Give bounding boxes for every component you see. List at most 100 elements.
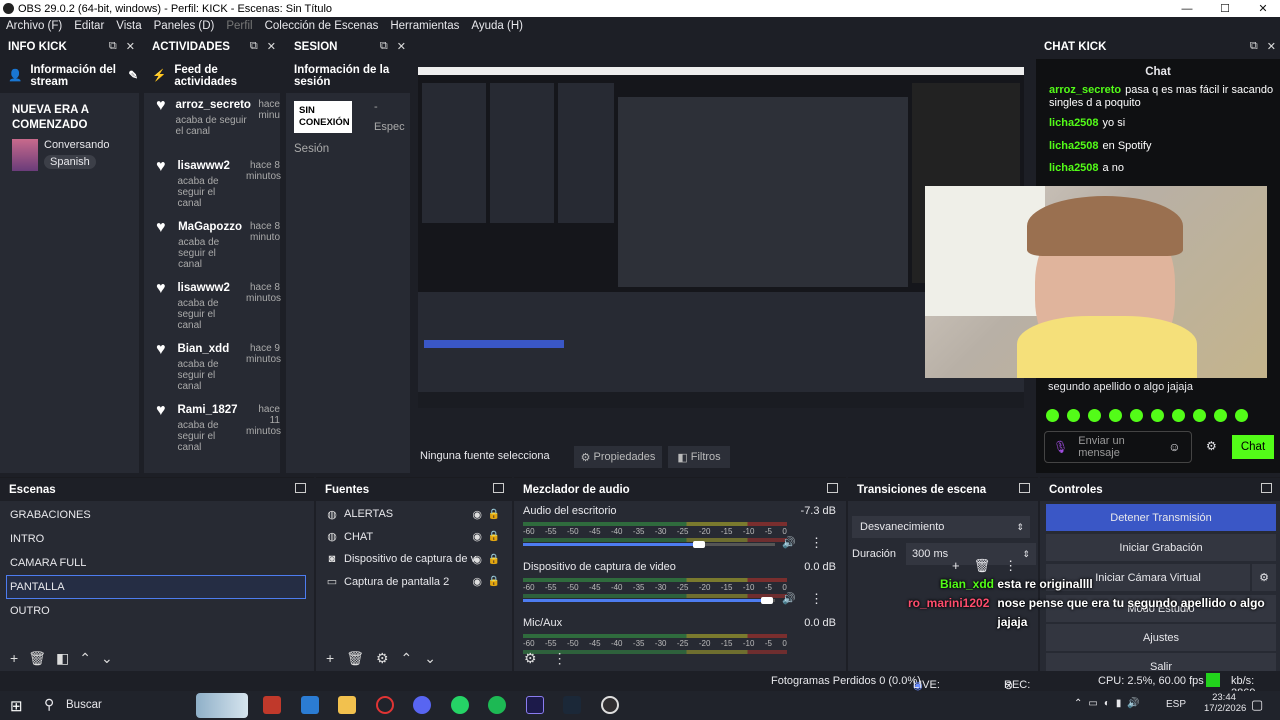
tray-icons[interactable]: ⌃▭◐▮🔊 <box>1074 698 1146 709</box>
obs-taskbar-icon[interactable] <box>601 696 619 714</box>
popout-icon[interactable] <box>295 483 306 493</box>
arrow-up-icon[interactable]: ⌃ <box>401 650 413 667</box>
eye-icon[interactable]: ◉ <box>472 575 482 588</box>
trash-icon[interactable]: 🗑 <box>346 650 364 667</box>
smiley-icon[interactable]: ☺ <box>1168 440 1180 454</box>
add-icon[interactable]: + <box>326 650 334 667</box>
float-icon[interactable]: ⧉ <box>250 40 258 53</box>
close-dock-icon[interactable]: ✕ <box>126 40 135 53</box>
folder-icon[interactable] <box>338 696 356 714</box>
arrow-down-icon[interactable]: ⌄ <box>424 650 436 667</box>
search-icon[interactable]: ⚲ <box>44 696 54 713</box>
taskbar-search[interactable]: Buscar <box>66 699 102 711</box>
spotify-icon[interactable] <box>488 696 506 714</box>
properties-button[interactable]: ⚙ Propiedades <box>574 446 662 468</box>
emote-icon[interactable] <box>1088 409 1101 422</box>
emote-icon[interactable] <box>1235 409 1248 422</box>
source-item[interactable]: ▭ Captura de pantalla 2 ◉ 🔒 <box>316 571 512 594</box>
menu-ayuda[interactable]: Ayuda (H) <box>465 20 529 32</box>
whatsapp-icon[interactable] <box>451 696 469 714</box>
scene-item[interactable]: GRABACIONES <box>0 503 314 527</box>
menu-editar[interactable]: Editar <box>68 20 110 32</box>
edit-icon[interactable]: ✎ <box>128 70 138 82</box>
voicemeeter-icon[interactable] <box>263 696 281 714</box>
stop-streaming-button[interactable]: Detener Transmisión <box>1046 504 1276 531</box>
chat-send-button[interactable]: Chat <box>1232 435 1274 459</box>
scene-item-selected[interactable]: PANTALLA <box>6 575 306 599</box>
menu-archivo[interactable]: Archivo (F) <box>0 20 68 32</box>
lock-icon[interactable]: 🔒 <box>488 509 500 520</box>
notification-icon[interactable]: ▢ <box>1251 697 1263 713</box>
emote-icon[interactable] <box>1130 409 1143 422</box>
speaker-icon[interactable]: 🔊 <box>782 592 796 605</box>
steam-icon[interactable] <box>563 696 581 714</box>
opera-icon[interactable] <box>376 696 394 714</box>
add-icon[interactable]: + <box>10 650 18 667</box>
trash-icon[interactable]: 🗑 <box>28 650 46 667</box>
close-button[interactable]: ✕ <box>1240 0 1280 17</box>
emote-icon[interactable] <box>1151 409 1164 422</box>
float-icon[interactable]: ⧉ <box>380 40 388 53</box>
popout-icon[interactable] <box>1019 483 1030 493</box>
eye-icon[interactable]: ◉ <box>472 553 482 566</box>
menu-vista[interactable]: Vista <box>110 20 147 32</box>
filter-icon[interactable]: ◧ <box>56 650 69 667</box>
windows-start-icon[interactable]: ⊞ <box>10 697 23 715</box>
emote-icon[interactable] <box>1193 409 1206 422</box>
lock-icon[interactable]: 🔒 <box>488 576 500 587</box>
volume-slider-track[interactable] <box>699 543 775 546</box>
add-icon[interactable]: + <box>952 558 960 574</box>
menu-coleccion[interactable]: Colección de Escenas <box>259 20 385 32</box>
eye-icon[interactable]: ◉ <box>472 530 482 543</box>
more-icon[interactable]: ⋮ <box>553 650 567 667</box>
gear-icon[interactable]: ⚙ <box>376 650 389 667</box>
eye-icon[interactable]: ◉ <box>472 508 482 521</box>
volume-knob[interactable] <box>693 541 705 548</box>
menu-herramientas[interactable]: Herramientas <box>384 20 465 32</box>
widget-icon[interactable] <box>196 693 248 718</box>
more-icon[interactable]: ⋮ <box>1004 558 1017 574</box>
settings-gear-icon[interactable]: ⚙ <box>1206 439 1217 453</box>
source-item[interactable]: ◙ Dispositivo de captura de v ◉ 🔒 <box>316 548 512 571</box>
emote-icon[interactable] <box>1172 409 1185 422</box>
gear-icon[interactable]: ⚙ <box>524 650 537 667</box>
transition-select[interactable]: Desvanecimiento ⇕ <box>852 516 1030 538</box>
language-indicator[interactable]: ESP <box>1166 699 1186 710</box>
scene-item[interactable]: CAMARA FULL <box>0 551 314 575</box>
microphone-icon[interactable]: 🎙 <box>1053 440 1068 454</box>
premiere-icon[interactable] <box>526 696 544 714</box>
chat-input[interactable]: 🎙 Enviar un mensaje ☺ <box>1044 431 1192 463</box>
scene-item[interactable]: OUTRO <box>0 599 314 623</box>
volume-slider[interactable] <box>523 599 767 602</box>
close-dock-icon[interactable]: ✕ <box>267 40 276 53</box>
volume-slider[interactable] <box>523 543 699 546</box>
arrow-up-icon[interactable]: ⌃ <box>79 650 91 667</box>
menu-perfil[interactable]: Perfil <box>220 20 258 32</box>
more-icon[interactable]: ⋮ <box>810 591 823 607</box>
trash-icon[interactable]: 🗑 <box>974 558 991 574</box>
emote-icon[interactable] <box>1214 409 1227 422</box>
source-item[interactable]: ◍ CHAT ◉ 🔒 <box>316 526 512 549</box>
start-recording-button[interactable]: Iniciar Grabación <box>1046 534 1276 561</box>
menu-paneles[interactable]: Paneles (D) <box>148 20 221 32</box>
source-item[interactable]: ◍ ALERTAS ◉ 🔒 <box>316 503 512 526</box>
discord-icon[interactable] <box>413 696 431 714</box>
arrow-down-icon[interactable]: ⌄ <box>101 650 113 667</box>
float-icon[interactable]: ⧉ <box>109 40 117 53</box>
speaker-icon[interactable]: 🔊 <box>782 536 796 549</box>
close-dock-icon[interactable]: ✕ <box>1267 40 1276 53</box>
emote-icon[interactable] <box>1109 409 1122 422</box>
volume-knob[interactable] <box>761 597 773 604</box>
scene-item[interactable]: INTRO <box>0 527 314 551</box>
filters-button[interactable]: ◧ Filtros <box>668 446 730 468</box>
emote-icon[interactable] <box>1046 409 1059 422</box>
emote-icon[interactable] <box>1067 409 1080 422</box>
float-icon[interactable]: ⧉ <box>1250 40 1258 53</box>
photos-icon[interactable] <box>301 696 319 714</box>
popout-icon[interactable] <box>827 483 838 493</box>
more-icon[interactable]: ⋮ <box>810 535 823 551</box>
close-dock-icon[interactable]: ✕ <box>397 40 406 53</box>
clock[interactable]: 23:44 17/2/2026 <box>1204 692 1246 714</box>
popout-icon[interactable] <box>493 483 504 493</box>
lock-icon[interactable]: 🔒 <box>488 554 500 565</box>
